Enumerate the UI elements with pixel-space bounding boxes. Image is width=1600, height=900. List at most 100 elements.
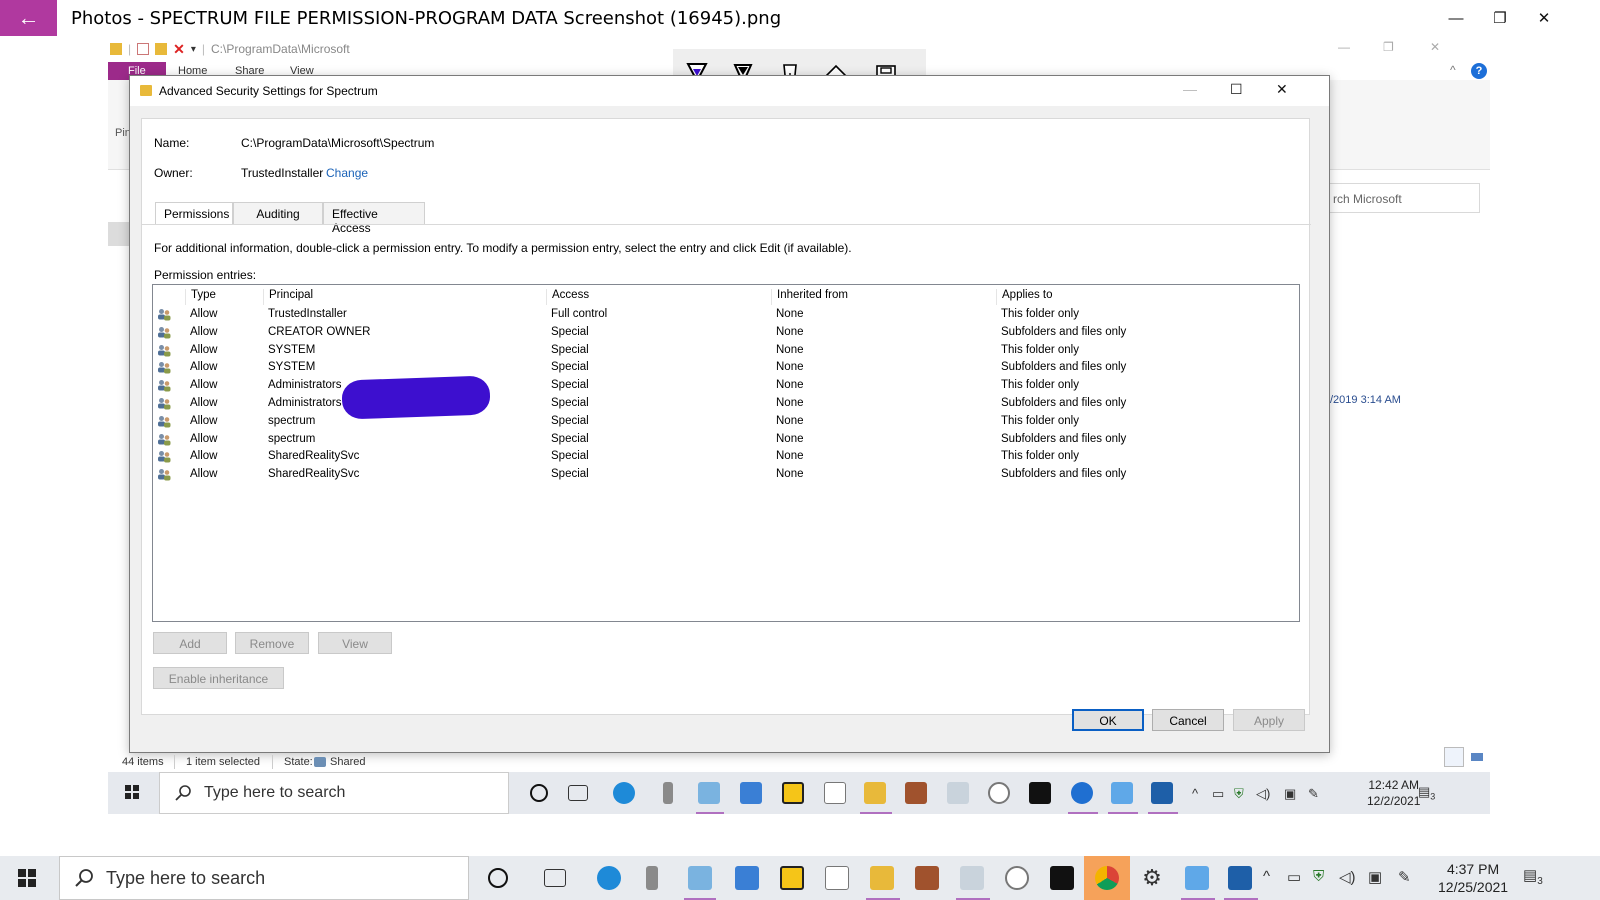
column-header-access[interactable]: Access xyxy=(546,289,589,305)
cell-access: Special xyxy=(551,432,589,445)
running-indicator xyxy=(696,812,724,814)
settings-gear-button[interactable]: ⚙ xyxy=(1140,866,1164,890)
cell-principal: Administrators xyxy=(268,397,342,409)
volume-icon[interactable]: ◁) xyxy=(1339,868,1356,886)
mail-button[interactable] xyxy=(735,866,759,890)
ok-button[interactable]: OK xyxy=(1072,709,1144,731)
taskbar-search-box[interactable]: Type here to search xyxy=(59,856,469,900)
edge-button[interactable] xyxy=(597,866,621,890)
network-icon[interactable]: ▭ xyxy=(1287,868,1301,886)
cell-access: Special xyxy=(551,379,589,392)
circle-app-icon xyxy=(988,782,1010,804)
column-header-applies-to[interactable]: Applies to xyxy=(996,289,1053,305)
back-arrow-icon: ← xyxy=(17,5,40,30)
dialog-close-button[interactable]: ✕ xyxy=(1276,81,1288,98)
cancel-button[interactable]: Cancel xyxy=(1152,709,1224,731)
minimize-button[interactable]: — xyxy=(1434,4,1478,32)
security-shield-icon[interactable]: ⛨ xyxy=(1313,868,1324,885)
explorer-minimize-icon: — xyxy=(1338,40,1350,54)
view-button[interactable]: View xyxy=(318,632,392,654)
enable-inheritance-button[interactable]: Enable inheritance xyxy=(153,667,284,689)
display-icon[interactable]: ▣ xyxy=(1368,868,1382,886)
cell-inherited-from: None xyxy=(776,397,804,409)
cortana-button[interactable] xyxy=(488,868,508,888)
photos-viewer-app-button[interactable] xyxy=(960,866,984,890)
photos-app-button[interactable] xyxy=(1228,866,1252,890)
apply-button[interactable]: Apply xyxy=(1233,709,1305,731)
dialog-minimize-button[interactable]: — xyxy=(1183,81,1197,97)
restore-button[interactable]: ❐ xyxy=(1478,4,1522,32)
document-app-button[interactable] xyxy=(825,866,849,890)
table-row[interactable]: Allow SharedRealitySvc Special None Subfolde… xyxy=(153,466,1299,484)
column-header-principal[interactable]: Principal xyxy=(263,289,313,305)
cell-principal: SYSTEM xyxy=(268,361,316,374)
sticky-notes-icon xyxy=(782,782,804,804)
display-icon: ▣ xyxy=(1284,786,1297,801)
status-state-value: Shared xyxy=(330,756,366,768)
add-button[interactable]: Add xyxy=(153,632,227,654)
file-explorer-button[interactable] xyxy=(870,866,894,890)
explorer-quick-access-toolbar: | ✕ ▾ | C:\ProgramData\Microsoft xyxy=(110,40,350,58)
notepad-app-button[interactable] xyxy=(688,866,712,890)
tab-auditing[interactable]: Auditing xyxy=(233,202,323,224)
user-group-icon xyxy=(158,451,171,463)
captured-notification-icon: ▤3 xyxy=(1418,784,1436,802)
microphone-app-icon xyxy=(663,782,673,804)
microphone-app-button[interactable] xyxy=(646,866,658,890)
owner-change-link[interactable]: Change xyxy=(326,166,368,180)
user-group-icon xyxy=(158,398,171,410)
tab-effective-access[interactable]: Effective Access xyxy=(323,202,425,235)
table-row[interactable]: Allow TrustedInstaller Full control None Thi… xyxy=(153,306,1299,324)
control-panel-button[interactable] xyxy=(1185,866,1209,890)
sticky-notes-button[interactable] xyxy=(780,866,804,890)
cell-applies-to: This folder only xyxy=(1001,343,1079,356)
terminal-button[interactable] xyxy=(1050,866,1074,890)
task-view-icon xyxy=(568,785,588,801)
column-header-inherited-from[interactable]: Inherited from xyxy=(771,289,848,305)
cell-principal: TrustedInstaller xyxy=(268,308,347,320)
explorer-path: C:\ProgramData\Microsoft xyxy=(211,42,350,56)
tray-overflow-button[interactable]: ^ xyxy=(1263,868,1270,885)
package-app-icon xyxy=(905,782,927,804)
table-row[interactable]: Allow Administrators Special None This folde… xyxy=(153,377,1299,395)
cell-type: Allow xyxy=(190,379,218,392)
pen-ink-icon[interactable]: ✎ xyxy=(1398,868,1411,886)
photos-titlebar: ← Photos - SPECTRUM FILE PERMISSION-PROG… xyxy=(0,0,1600,36)
folder-icon xyxy=(140,85,152,96)
hp-icon xyxy=(1071,782,1093,804)
cell-principal: spectrum xyxy=(268,414,316,427)
table-row[interactable]: Allow spectrum Special None Subfolders and f… xyxy=(153,431,1299,449)
dialog-titlebar: Advanced Security Settings for Spectrum … xyxy=(130,76,1329,106)
table-row[interactable]: Allow Administrators Special None Subfolders… xyxy=(153,395,1299,413)
permission-entries-list[interactable]: Type Principal Access Inherited from App… xyxy=(152,284,1300,622)
column-header-type[interactable]: Type xyxy=(185,289,216,305)
notification-center-button[interactable]: ▤3 xyxy=(1523,866,1543,887)
taskbar-clock[interactable]: 4:37 PM 12/25/2021 xyxy=(1438,860,1508,896)
table-row[interactable]: Allow CREATOR OWNER Special None Subfolders … xyxy=(153,324,1299,342)
package-app-button[interactable] xyxy=(915,866,939,890)
table-row[interactable]: Allow SharedRealitySvc Special None This fol… xyxy=(153,448,1299,466)
cell-access: Special xyxy=(551,450,589,463)
tray-chevron-icon: ^ xyxy=(1192,786,1199,801)
table-row[interactable]: Allow SYSTEM Special None Subfolders and fil… xyxy=(153,359,1299,377)
status-selected: 1 item selected xyxy=(186,756,260,768)
task-view-button[interactable] xyxy=(544,869,566,887)
table-row[interactable]: Allow SYSTEM Special None This folder only xyxy=(153,342,1299,360)
windows-start-icon xyxy=(125,785,139,799)
cell-inherited-from: None xyxy=(776,325,804,338)
circle-app-button[interactable] xyxy=(1005,866,1029,890)
remove-button[interactable]: Remove xyxy=(235,632,309,654)
cell-inherited-from: None xyxy=(776,432,804,445)
edge-icon xyxy=(613,782,635,804)
windows-start-button[interactable] xyxy=(18,869,36,887)
cell-applies-to: Subfolders and files only xyxy=(1001,432,1127,445)
back-button[interactable]: ← xyxy=(0,0,57,36)
help-icon: ? xyxy=(1471,63,1487,79)
tab-permissions[interactable]: Permissions xyxy=(155,202,233,225)
close-button[interactable]: ✕ xyxy=(1522,4,1566,32)
table-row[interactable]: Allow spectrum Special None This folder only xyxy=(153,413,1299,431)
permission-entries-label: Permission entries: xyxy=(154,268,257,282)
photos-viewer-app-icon xyxy=(947,782,969,804)
dialog-maximize-button[interactable]: ☐ xyxy=(1230,81,1243,98)
cell-inherited-from: None xyxy=(776,450,804,463)
